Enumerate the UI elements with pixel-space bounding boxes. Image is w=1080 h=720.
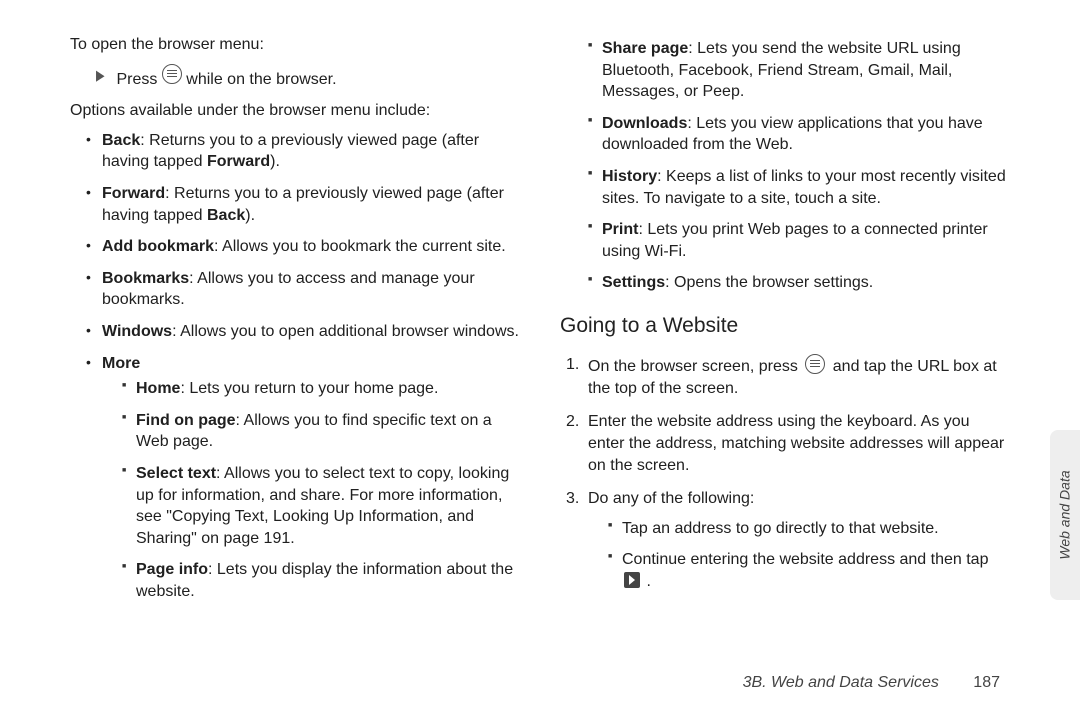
label: More [102,355,140,372]
subitem-settings: Settings: Opens the browser settings. [588,272,1010,294]
subitem-select-text: Select text: Allows you to select text t… [122,463,520,549]
item-bookmarks: Bookmarks: Allows you to access and mana… [88,268,520,311]
press-prefix: Press [116,71,161,88]
left-column: To open the browser menu: ▶ Press while … [70,34,520,612]
step-2: 2. Enter the website address using the k… [566,411,1010,476]
label: Add bookmark [102,238,214,255]
step-3: 3. Do any of the following: Tap an addre… [566,488,1010,592]
step-1: 1. On the browser screen, press and tap … [566,354,1010,399]
going-to-website-steps: 1. On the browser screen, press and tap … [560,354,1010,592]
page-number: 187 [973,674,1000,691]
subitem-history: History: Keeps a list of links to your m… [588,166,1010,209]
label: Windows [102,323,172,340]
step-3b: Continue entering the website address an… [608,549,1010,592]
browser-menu-list: Back: Returns you to a previously viewed… [70,130,520,603]
side-tab-label: Web and Data [1057,470,1073,559]
label: Bookmarks [102,270,189,287]
intro-text: To open the browser menu: [70,34,520,56]
press-instruction: ▶ Press while on the browser. [70,64,520,91]
label: Back [102,132,140,149]
triangle-bullet-icon: ▶ [96,67,104,86]
page-footer: 3B. Web and Data Services 187 [743,674,1000,692]
label: Forward [102,185,165,202]
menu-icon [805,354,825,374]
subitem-home: Home: Lets you return to your home page. [122,378,520,400]
right-column: Share page: Lets you send the website UR… [560,34,1010,612]
subitem-page-info: Page info: Lets you display the informat… [122,559,520,602]
item-forward: Forward: Returns you to a previously vie… [88,183,520,226]
item-back: Back: Returns you to a previously viewed… [88,130,520,173]
more-submenu: Home: Lets you return to your home page.… [102,378,520,602]
item-add-bookmark: Add bookmark: Allows you to bookmark the… [88,236,520,258]
section-heading-going-to-website: Going to a Website [560,312,1010,340]
item-windows: Windows: Allows you to open additional b… [88,321,520,343]
subitem-print: Print: Lets you print Web pages to a con… [588,219,1010,262]
subitem-find-on-page: Find on page: Allows you to find specifi… [122,410,520,453]
step-3a: Tap an address to go directly to that we… [608,518,1010,540]
step-3-options: Tap an address to go directly to that we… [588,518,1010,593]
subitem-share-page: Share page: Lets you send the website UR… [588,38,1010,103]
footer-section: 3B. Web and Data Services [743,674,939,691]
menu-icon [162,64,182,84]
item-more: More Home: Lets you return to your home … [88,353,520,603]
side-tab: Web and Data [1050,430,1080,600]
manual-page: To open the browser menu: ▶ Press while … [0,0,1080,612]
subitem-downloads: Downloads: Lets you view applications th… [588,113,1010,156]
go-arrow-icon [624,572,640,588]
more-submenu-continued: Share page: Lets you send the website UR… [560,38,1010,294]
options-intro: Options available under the browser menu… [70,100,520,122]
press-suffix: while on the browser. [186,71,336,88]
